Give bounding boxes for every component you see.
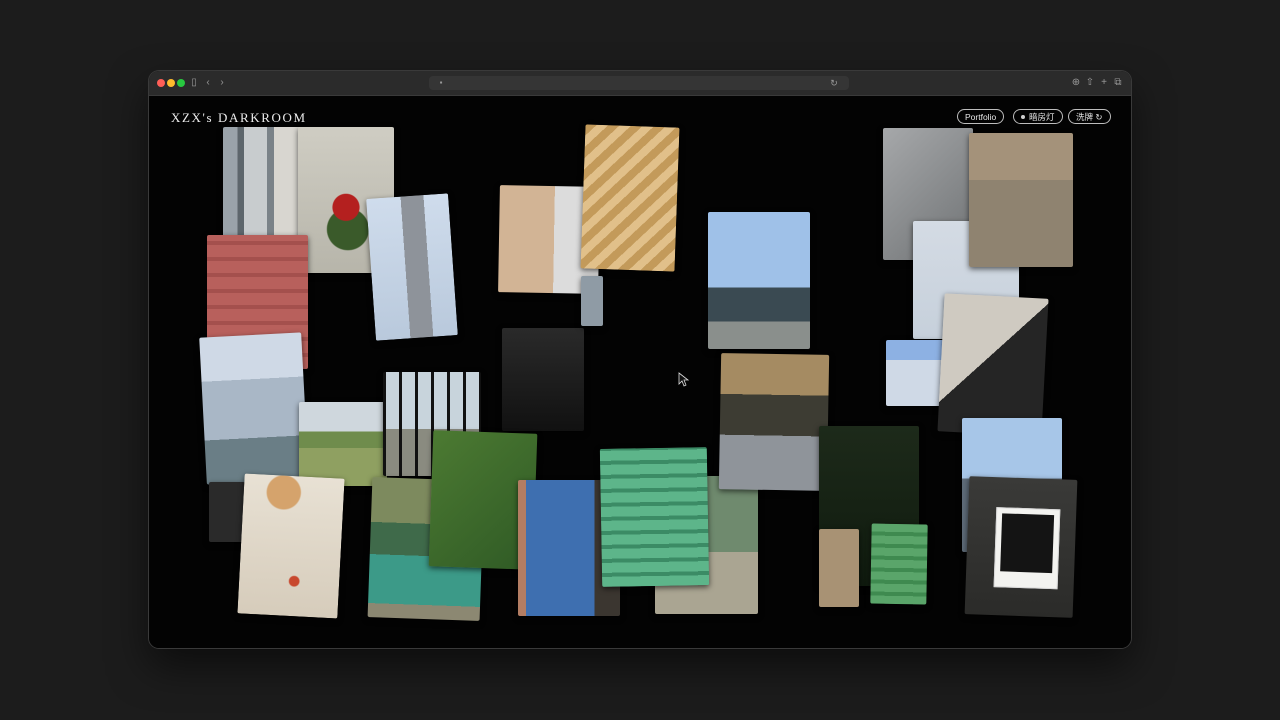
photo-card[interactable] <box>237 473 345 619</box>
photo-card[interactable] <box>199 332 309 485</box>
photo-card[interactable] <box>599 447 710 587</box>
reload-icon[interactable]: ↻ <box>829 76 839 90</box>
mouse-cursor-icon <box>678 372 690 387</box>
photo-card[interactable] <box>581 276 603 326</box>
top-nav: Portfolio 暗房灯 洗牌 ↻ <box>957 109 1111 126</box>
photo-card[interactable] <box>718 353 830 491</box>
zoom-window-button[interactable] <box>177 79 185 87</box>
bulb-icon <box>1021 115 1025 119</box>
shuffle-button[interactable]: 洗牌 ↻ <box>1068 109 1111 124</box>
minimize-window-button[interactable] <box>167 79 175 87</box>
photo-card[interactable] <box>870 523 928 605</box>
photo-card[interactable] <box>223 127 303 239</box>
browser-toolbar: ▯ ‹ › ◐ ▪ ↻ ⊕ ⇧ + ⧉ <box>149 71 1131 96</box>
darkroom-page: XZX's DARKROOM Portfolio 暗房灯 洗牌 ↻ <box>149 96 1131 648</box>
forward-icon[interactable]: › <box>217 76 227 90</box>
lock-icon: ▪ <box>439 78 443 87</box>
photo-card[interactable] <box>299 402 387 486</box>
site-logo[interactable]: XZX's DARKROOM <box>171 110 307 126</box>
photo-card[interactable] <box>819 529 859 607</box>
refresh-icon: ↻ <box>1095 112 1103 122</box>
photo-card[interactable] <box>886 340 944 406</box>
darkroom-light-label: 暗房灯 <box>1029 112 1055 122</box>
download-icon[interactable]: ⇧ <box>1085 76 1095 90</box>
new-tab-icon[interactable]: + <box>1099 76 1109 90</box>
photo-card[interactable] <box>964 476 1078 618</box>
photo-card[interactable] <box>969 133 1073 267</box>
photo-card[interactable] <box>708 212 810 349</box>
photo-card[interactable] <box>209 482 245 542</box>
browser-window: ▯ ‹ › ◐ ▪ ↻ ⊕ ⇧ + ⧉ <box>149 71 1131 648</box>
portfolio-button[interactable]: Portfolio <box>957 109 1005 124</box>
photo-card[interactable] <box>580 124 680 272</box>
address-bar[interactable]: ▪ ↻ <box>429 76 849 90</box>
instant-photo-frame <box>993 507 1061 590</box>
tabs-icon[interactable]: ⧉ <box>1113 76 1123 90</box>
shuffle-label: 洗牌 <box>1076 112 1094 122</box>
back-icon[interactable]: ‹ <box>203 76 213 90</box>
photo-card[interactable] <box>366 193 458 341</box>
close-window-button[interactable] <box>157 79 165 87</box>
photo-card[interactable] <box>937 293 1049 437</box>
photo-card[interactable] <box>502 328 584 431</box>
sidebar-icon[interactable]: ▯ <box>189 76 199 90</box>
darkroom-light-toggle[interactable]: 暗房灯 <box>1013 109 1063 124</box>
share-icon[interactable]: ⊕ <box>1071 76 1081 90</box>
